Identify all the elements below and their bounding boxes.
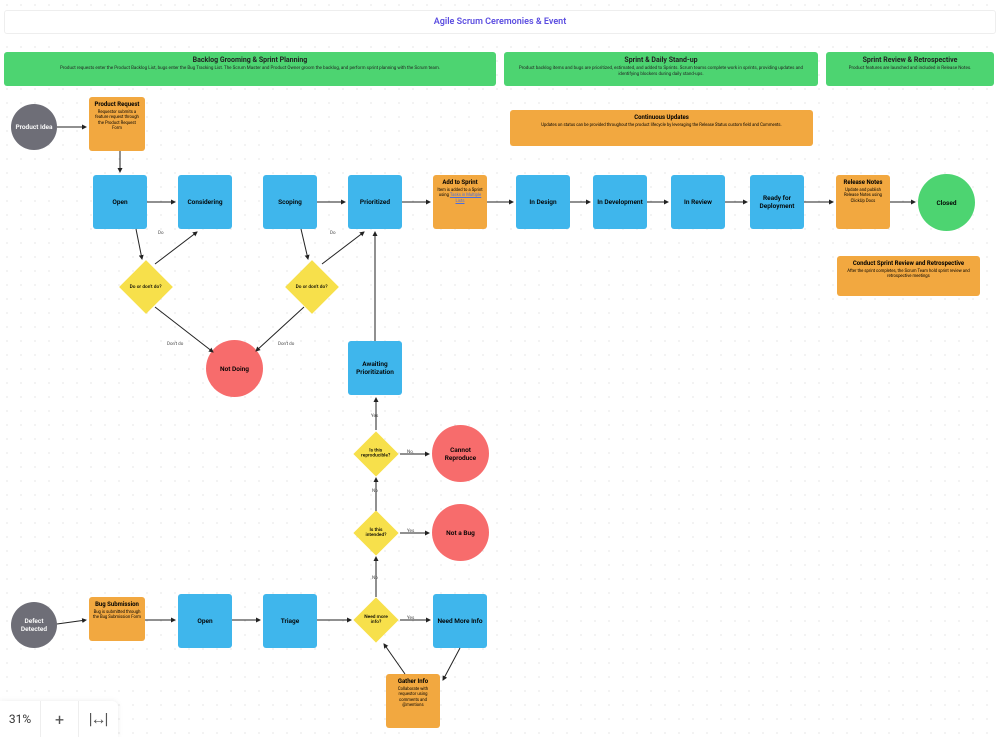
lbl-do-2: Do xyxy=(330,231,336,236)
node-in-design: In Design xyxy=(516,175,570,229)
band-review-title: Sprint Review & Retrospective xyxy=(832,56,988,64)
node-scoping: Scoping xyxy=(263,175,317,229)
node-open2: Open xyxy=(178,594,232,648)
note-continuous-updates: Continuous Updates Updates on status can… xyxy=(510,110,813,146)
note-release-notes-title: Release Notes xyxy=(840,179,886,186)
lbl-yes-3: Yes xyxy=(407,616,414,621)
note-gather-info-title: Gather Info xyxy=(390,678,436,685)
band-sprint-desc: Product backlog items and bugs are prior… xyxy=(510,66,812,77)
lbl-dontdo-1: Don't do xyxy=(167,342,183,347)
decision-do1: Do or don't do? xyxy=(119,260,173,314)
band-review-desc: Product features are launched and includ… xyxy=(832,66,988,72)
node-product-idea: Product Idea xyxy=(11,104,57,150)
note-bug-submission-desc: Bug is submitted through the Bug Submiss… xyxy=(93,610,141,621)
node-defect-detected: Defect Detected xyxy=(11,602,57,648)
node-cannot-reproduce: Cannot Reproduce xyxy=(432,425,489,482)
lbl-no-1: No xyxy=(407,450,413,455)
node-in-development: In Development xyxy=(593,175,647,229)
band-sprint-title: Sprint & Daily Stand-up xyxy=(510,56,812,64)
node-not-a-bug: Not a Bug xyxy=(432,504,489,561)
node-ready-deploy: Ready for Deployment xyxy=(750,175,804,229)
fit-width-button[interactable]: |↔| xyxy=(78,701,116,737)
node-prioritized: Prioritized xyxy=(348,175,402,229)
note-cu-title: Continuous Updates xyxy=(514,114,809,121)
note-cu-desc: Updates on status can be provided throug… xyxy=(514,123,809,128)
band-backlog-title: Backlog Grooming & Sprint Planning xyxy=(10,56,490,64)
decision-need-more-info: Need more info? xyxy=(353,597,398,642)
link-tasks-multiple-lists[interactable]: Tasks in Multiple Lists xyxy=(450,193,481,203)
node-open: Open xyxy=(93,175,147,229)
diagram-title: Agile Scrum Ceremonies & Event xyxy=(4,10,996,34)
node-triage: Triage xyxy=(263,594,317,648)
diagram-canvas[interactable]: Agile Scrum Ceremonies & Event Backlog G… xyxy=(0,0,1000,737)
lbl-yes-2: Yes xyxy=(407,529,414,534)
note-bug-submission: Bug Submission Bug is submitted through … xyxy=(89,597,145,641)
lbl-do-1: Do xyxy=(158,231,164,236)
note-product-request: Product Request Requestor submits a feat… xyxy=(89,97,145,151)
note-release-notes: Release Notes Update and publish Release… xyxy=(836,175,890,229)
node-awaiting: Awaiting Prioritization xyxy=(348,341,402,395)
lbl-no-3: No xyxy=(372,576,378,581)
note-conduct-review-desc: After the sprint completes, the Scrum Te… xyxy=(841,269,976,280)
zoom-toolbar: 31% + |↔| xyxy=(0,701,118,737)
arrows-layer xyxy=(0,0,1000,737)
node-not-doing: Not Doing xyxy=(206,340,263,397)
lbl-dontdo-2: Don't do xyxy=(278,342,294,347)
note-gather-info: Gather Info Collaborate with requestor u… xyxy=(386,674,440,728)
node-in-review: In Review xyxy=(671,175,725,229)
note-add-sprint-desc: Item is added to a Sprint using Tasks in… xyxy=(437,188,483,204)
note-conduct-review: Conduct Sprint Review and Retrospective … xyxy=(837,256,980,296)
note-bug-submission-title: Bug Submission xyxy=(93,601,141,608)
band-review: Sprint Review & Retrospective Product fe… xyxy=(826,52,994,86)
note-product-request-desc: Requestor submits a feature request thro… xyxy=(93,110,141,131)
decision-do2: Do or don't do? xyxy=(285,260,339,314)
node-closed: Closed xyxy=(918,174,975,231)
node-considering: Considering xyxy=(178,175,232,229)
band-backlog-desc: Product requests enter the Product Backl… xyxy=(10,66,490,72)
note-gather-info-desc: Collaborate with requestor using comment… xyxy=(390,687,436,708)
lbl-yes-1: Yes xyxy=(371,414,378,419)
note-conduct-review-title: Conduct Sprint Review and Retrospective xyxy=(841,260,976,267)
zoom-percent[interactable]: 31% xyxy=(0,712,40,726)
decision-intended: Is this intended? xyxy=(353,510,398,555)
band-sprint: Sprint & Daily Stand-up Product backlog … xyxy=(504,52,818,86)
note-release-notes-desc: Update and publish Release Notes using C… xyxy=(840,188,886,204)
zoom-in-button[interactable]: + xyxy=(40,701,78,737)
note-add-sprint-title: Add to Sprint xyxy=(437,179,483,186)
lbl-no-2: No xyxy=(372,489,378,494)
node-need-more-info: Need More Info xyxy=(433,594,487,648)
band-backlog: Backlog Grooming & Sprint Planning Produ… xyxy=(4,52,496,86)
note-product-request-title: Product Request xyxy=(93,101,141,108)
decision-reproducible: Is this reproducible? xyxy=(353,431,398,476)
note-add-sprint: Add to Sprint Item is added to a Sprint … xyxy=(433,175,487,229)
